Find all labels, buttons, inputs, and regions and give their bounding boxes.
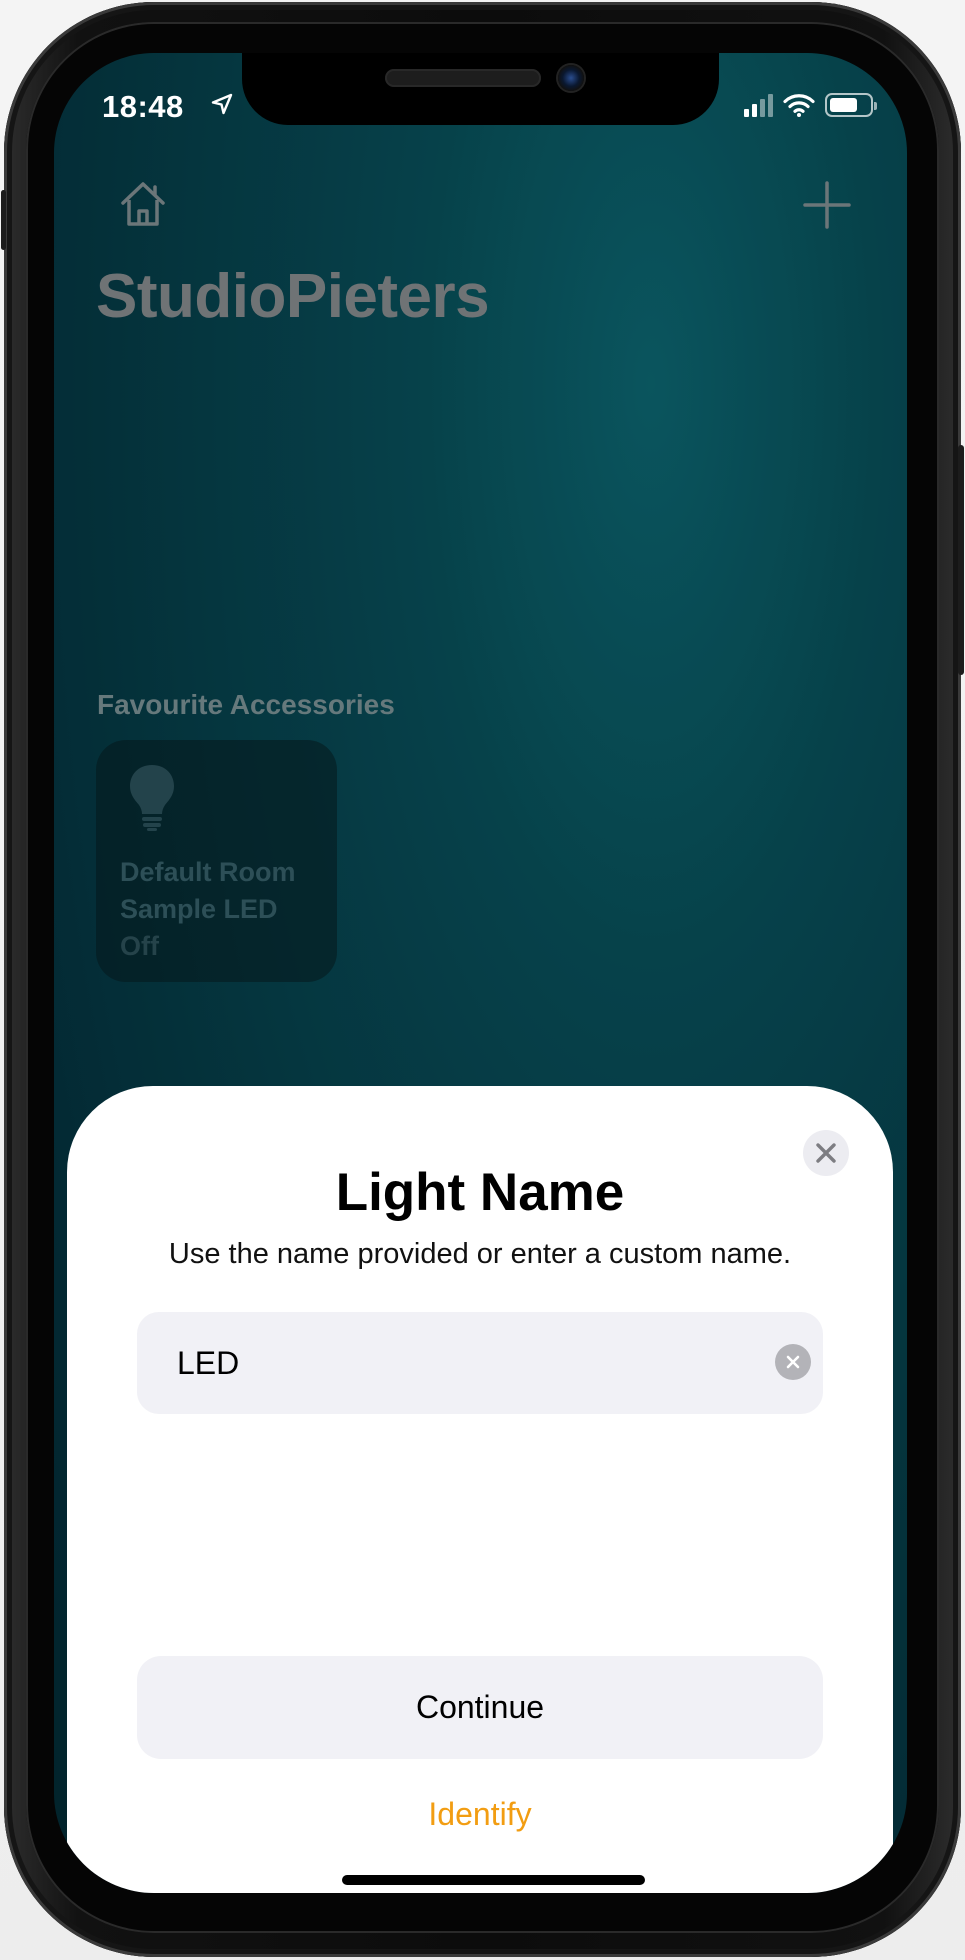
side-button-left-top [1, 190, 6, 250]
identify-button[interactable]: Identify [67, 1796, 893, 1833]
sheet-subtitle: Use the name provided or enter a custom … [168, 1238, 792, 1270]
side-button-right [958, 445, 964, 675]
tile-room-label: Default Room [120, 857, 296, 887]
speaker-grille [385, 69, 541, 87]
light-name-field[interactable] [137, 1312, 823, 1414]
front-camera [558, 65, 584, 91]
battery-fill [830, 98, 857, 112]
location-arrow-icon [211, 93, 233, 115]
sheet-title: Light Name [335, 1163, 625, 1222]
accessory-tile-sample-led[interactable]: Default Room Sample LED Off [96, 740, 337, 982]
battery-icon [825, 93, 877, 117]
house-icon[interactable] [115, 176, 171, 232]
home-indicator[interactable] [342, 1875, 645, 1885]
cellular-signal-icon [744, 93, 773, 117]
status-icons [744, 93, 877, 117]
status-time: 18:48 [102, 89, 184, 124]
tile-accessory-name: Sample LED [120, 894, 278, 924]
favourites-section-title: Favourite Accessories [97, 689, 395, 720]
clear-text-button[interactable] [775, 1344, 811, 1380]
clear-icon [786, 1355, 800, 1369]
close-icon [816, 1143, 836, 1163]
lightbulb-icon [130, 765, 174, 831]
light-name-sheet: Light Name Use the name provided or ente… [67, 1086, 893, 1893]
tile-state: Off [120, 931, 159, 961]
notch [242, 53, 719, 125]
wifi-icon [783, 94, 815, 117]
plus-icon[interactable] [797, 175, 857, 235]
continue-button[interactable]: Continue [137, 1656, 823, 1759]
device-screenshot: 18:48 StudioPieters Favourite Accessorie… [0, 0, 965, 1960]
home-title: StudioPieters [96, 262, 490, 331]
light-name-input[interactable] [177, 1312, 737, 1414]
screen: 18:48 StudioPieters Favourite Accessorie… [54, 53, 907, 1893]
